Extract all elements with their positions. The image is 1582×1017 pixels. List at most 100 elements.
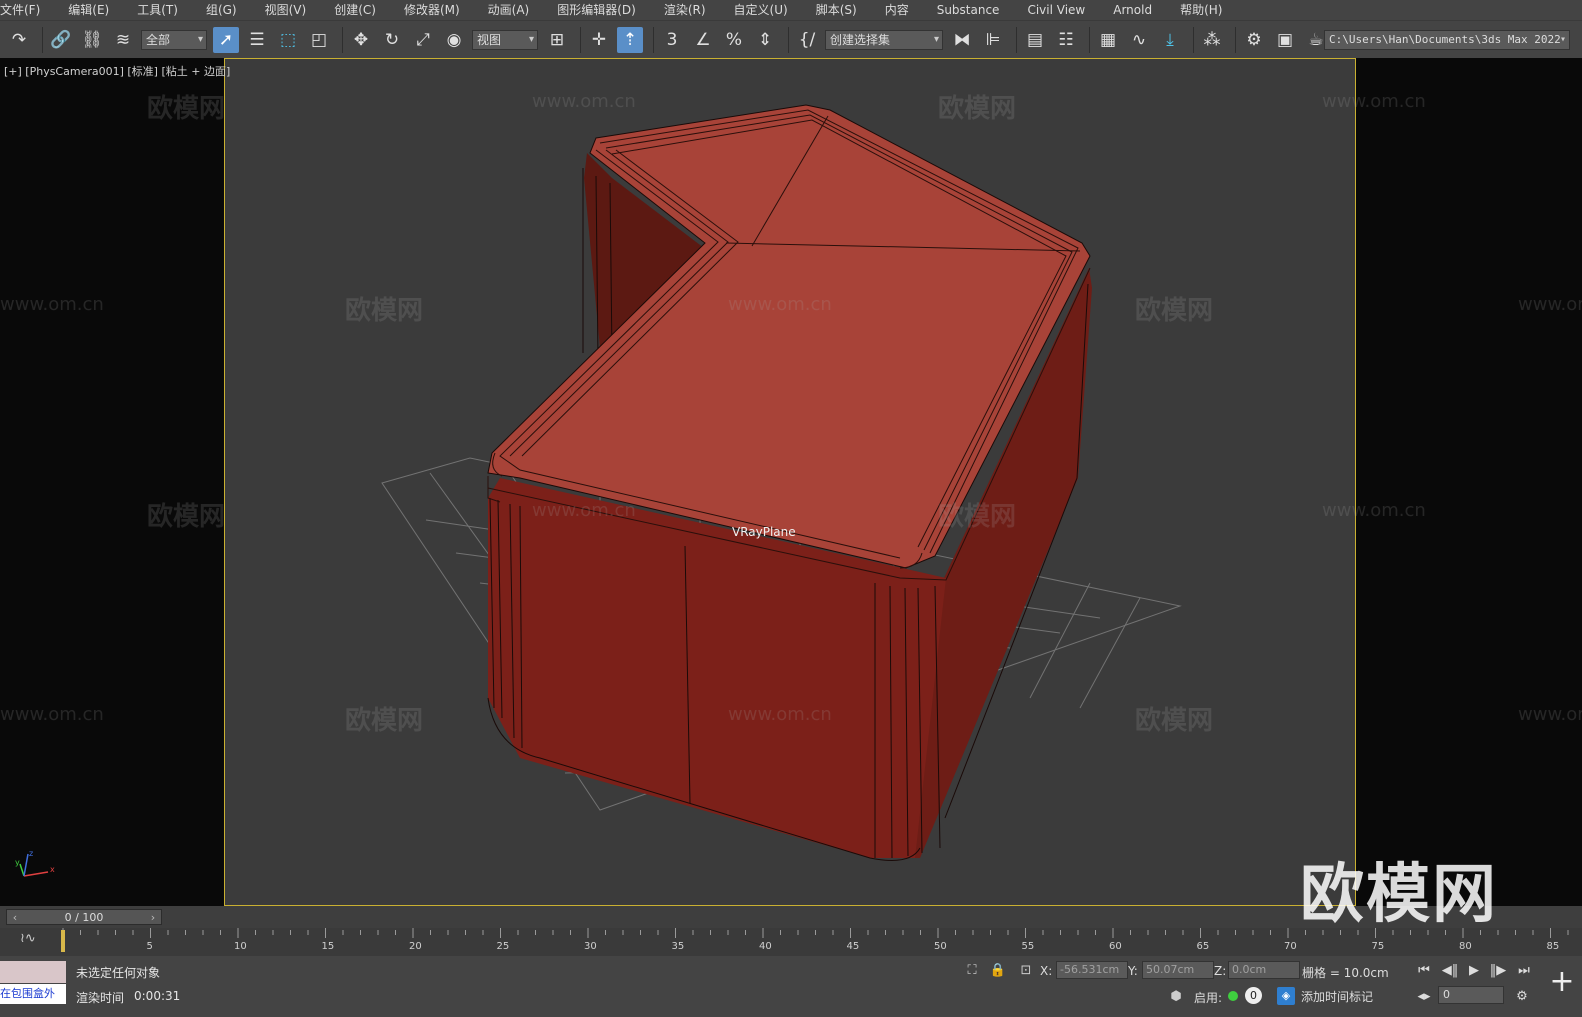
scene-render	[381, 104, 1182, 861]
select-object-icon[interactable]: ➚	[213, 26, 239, 53]
menu-graph-editors[interactable]: 图形编辑器(D)	[543, 0, 650, 20]
viewport[interactable]: [+] [PhysCamera001] [标准] [粘土 + 边面] VRayP…	[0, 58, 1582, 932]
placement-icon[interactable]: ◉	[441, 27, 467, 53]
keyboard-shortcut-override-icon[interactable]: ⇡	[617, 26, 643, 53]
select-by-name-icon[interactable]: ☰	[244, 27, 270, 53]
toolbar-separator	[342, 26, 343, 53]
x-coordinate-field[interactable]: -56.531cm	[1056, 961, 1128, 979]
menu-group[interactable]: 组(G)	[192, 0, 251, 20]
ruler-tick-label: 65	[1197, 941, 1210, 952]
named-selection-set-dropdown[interactable]: 创建选择集	[825, 29, 943, 50]
previous-frame-icon[interactable]: ◀‖	[1440, 960, 1460, 980]
status-bar: 在包围盒外 未选定任何对象 渲染时间 0:00:31 ⛶ 🔒 ⊡ X: -56.…	[0, 956, 1582, 1017]
toggle-ribbon-icon[interactable]: ▦	[1095, 27, 1121, 53]
menu-create[interactable]: 创建(C)	[320, 0, 390, 20]
maxscript-output[interactable]: 在包围盒外	[0, 984, 66, 1004]
bind-space-warp-icon[interactable]: ≋	[110, 27, 136, 53]
menu-scripting[interactable]: 脚本(S)	[802, 0, 871, 20]
spinner-snap-icon[interactable]: ⇕	[752, 27, 778, 53]
angle-snap-icon[interactable]: ∠	[690, 27, 716, 53]
isolate-selection-icon[interactable]: ⛶	[962, 960, 982, 980]
watermark-url: www.om.cn	[532, 500, 636, 521]
key-mode-icon[interactable]: ◂▸	[1414, 986, 1434, 1006]
snaps-toggle-icon[interactable]: 3	[659, 27, 685, 53]
edit-named-selection-icon[interactable]: {/	[794, 27, 820, 53]
mini-curve-editor-icon[interactable]: ≀∿	[20, 931, 36, 946]
menu-substance[interactable]: Substance	[923, 0, 1014, 20]
percent-snap-icon[interactable]: %	[721, 27, 747, 53]
schematic-view-icon[interactable]: ⤓	[1157, 27, 1183, 53]
menu-tools[interactable]: 工具(T)	[123, 0, 192, 20]
toolbar-separator	[1016, 26, 1017, 53]
scale-icon[interactable]: ⤢	[410, 27, 436, 53]
select-manipulate-icon[interactable]: ✛	[586, 27, 612, 53]
menu-rendering[interactable]: 渲染(R)	[650, 0, 720, 20]
move-icon[interactable]: ✥	[348, 27, 374, 53]
add-time-tag-label: 添加时间标记	[1301, 989, 1374, 1004]
menu-help[interactable]: 帮助(H)	[1166, 0, 1236, 20]
watermark-brand: 欧模网	[147, 94, 226, 124]
adaptive-degradation-icon[interactable]: ⬢	[1166, 986, 1186, 1006]
align-icon[interactable]: ⊫	[980, 27, 1006, 53]
menu-file[interactable]: 文件(F)	[0, 0, 54, 20]
object-name-label: VRayPlane	[732, 525, 796, 539]
pivot-center-icon[interactable]: ⊞	[544, 27, 570, 53]
unlink-icon[interactable]: ⛓	[79, 27, 105, 53]
scene-explorer-icon[interactable]: ▤	[1022, 27, 1048, 53]
ruler-tick-label: 50	[934, 941, 947, 952]
go-to-start-icon[interactable]: ⏮	[1414, 960, 1434, 980]
go-to-end-icon[interactable]: ⏭	[1514, 960, 1534, 980]
next-frame-arrow-icon[interactable]: ›	[145, 911, 161, 924]
rendered-frame-window-icon[interactable]: ▣	[1272, 27, 1298, 53]
selection-filter-dropdown[interactable]: 全部	[141, 29, 207, 50]
x-coord-label: X:	[1040, 964, 1053, 978]
menu-animation[interactable]: 动画(A)	[474, 0, 544, 20]
current-frame-field[interactable]: 0	[1438, 986, 1504, 1004]
y-coordinate-field[interactable]: 50.07cm	[1142, 961, 1214, 979]
add-time-tag-button[interactable]: ◈ 添加时间标记	[1277, 986, 1397, 1006]
z-coordinate-field[interactable]: 0.0cm	[1228, 961, 1300, 979]
render-setup-icon[interactable]: ⚙	[1241, 27, 1267, 53]
menu-modifiers[interactable]: 修改器(M)	[390, 0, 474, 20]
toolbar-separator	[1235, 26, 1236, 53]
menu-view[interactable]: 视图(V)	[251, 0, 321, 20]
time-slider-label: 0 / 100	[64, 910, 104, 924]
menu-civil-view[interactable]: Civil View	[1013, 0, 1099, 20]
material-editor-icon[interactable]: ⁂	[1199, 27, 1225, 53]
z-coord-label: Z:	[1214, 964, 1227, 978]
enable-status-dot[interactable]	[1228, 991, 1238, 1001]
ruler-tick-label: 80	[1459, 941, 1472, 952]
selection-lock-icon[interactable]: 🔒	[988, 960, 1008, 980]
time-configuration-icon[interactable]: ⚙	[1512, 986, 1532, 1006]
maxscript-listener-input[interactable]	[0, 961, 66, 983]
ruler-tick-label: 70	[1284, 941, 1297, 952]
curve-editor-icon[interactable]: ∿	[1126, 27, 1152, 53]
layer-explorer-icon[interactable]: ☷	[1053, 27, 1079, 53]
rotate-icon[interactable]: ↻	[379, 27, 405, 53]
time-slider[interactable]: ‹ 0 / 100 ›	[6, 909, 162, 925]
window-crossing-icon[interactable]: ◰	[306, 27, 332, 53]
add-viewport-button[interactable]: +	[1546, 960, 1578, 1002]
viewport-label[interactable]: [+] [PhysCamera001] [标准] [粘土 + 边面]	[4, 63, 230, 79]
watermark-url: www.om.cn	[532, 91, 636, 112]
menu-customize[interactable]: 自定义(U)	[720, 0, 802, 20]
main-toolbar: ↷ 🔗 ⛓ ≋ 全部 ➚ ☰ ⬚ ◰ ✥ ↻ ⤢ ◉ 视图 ⊞ ✛ ⇡ 3 ∠ …	[0, 20, 1582, 58]
toolbar-separator	[1193, 26, 1194, 53]
y-coord-label: Y:	[1128, 964, 1138, 978]
play-icon[interactable]: ▶	[1464, 960, 1484, 980]
menu-arnold[interactable]: Arnold	[1099, 0, 1166, 20]
menu-edit[interactable]: 编辑(E)	[54, 0, 123, 20]
rectangular-selection-icon[interactable]: ⬚	[275, 27, 301, 53]
menu-content[interactable]: 内容	[871, 0, 923, 20]
absolute-mode-icon[interactable]: ⊡	[1016, 960, 1036, 980]
3dsmax-window: 文件(F) 编辑(E) 工具(T) 组(G) 视图(V) 创建(C) 修改器(M…	[0, 0, 1582, 1017]
enable-count-badge: 0	[1245, 987, 1262, 1004]
project-folder-dropdown[interactable]: C:\Users\Han\Documents\3ds Max 2022	[1324, 30, 1570, 50]
next-frame-icon[interactable]: ‖▶	[1488, 960, 1508, 980]
prev-frame-arrow-icon[interactable]: ‹	[7, 911, 23, 924]
reference-coordinate-dropdown[interactable]: 视图	[472, 29, 538, 50]
link-icon[interactable]: 🔗	[48, 27, 74, 53]
redo-icon[interactable]: ↷	[6, 27, 32, 53]
render-time-value: 0:00:31	[134, 989, 181, 1003]
mirror-icon[interactable]: ⧓	[949, 27, 975, 53]
